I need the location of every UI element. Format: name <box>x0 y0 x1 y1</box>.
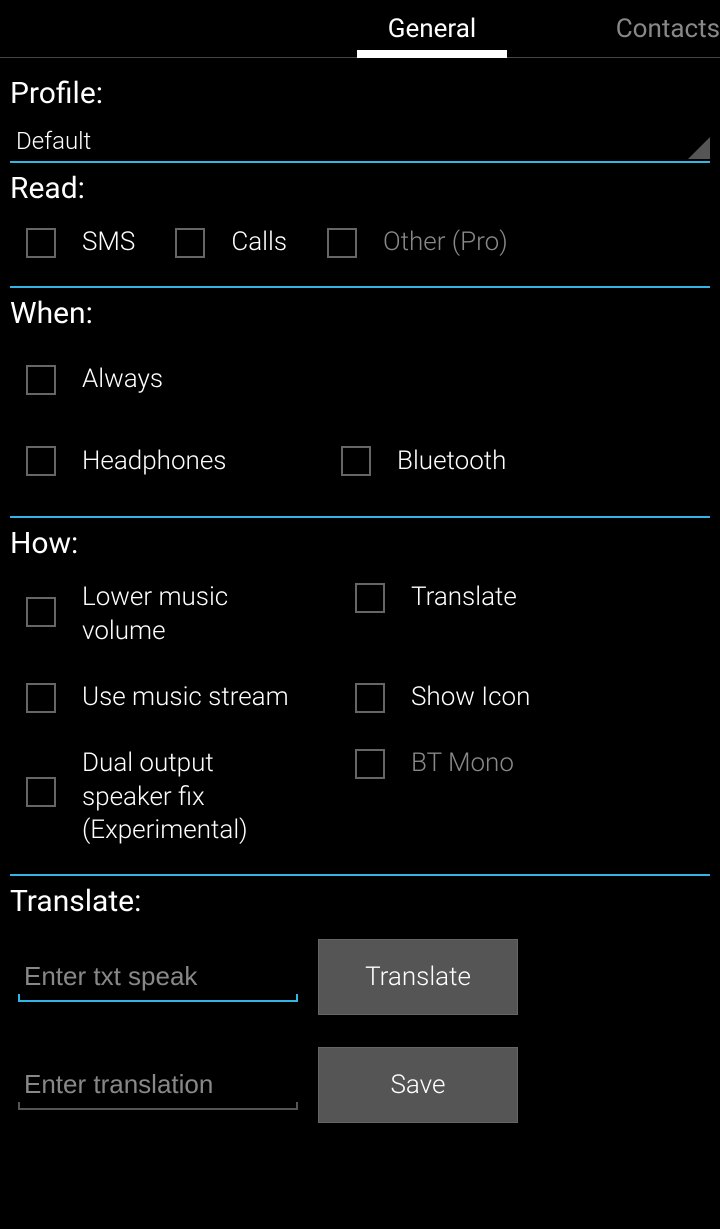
when-bluetooth-item: Bluetooth <box>325 421 710 503</box>
how-label: How: <box>10 526 710 561</box>
when-always-checkbox[interactable] <box>26 365 56 395</box>
read-sms-checkbox[interactable] <box>26 228 56 258</box>
divider <box>10 516 710 518</box>
how-bt-mono-checkbox <box>355 749 385 779</box>
profile-spinner[interactable]: Default <box>10 115 710 163</box>
how-bt-mono-label: BT Mono <box>411 747 514 781</box>
txt-speak-input-wrap <box>18 953 298 1002</box>
read-options: SMS Calls Other (Pro) <box>10 210 710 276</box>
tab-bar: General Contacts <box>0 0 720 58</box>
when-headphones-checkbox[interactable] <box>26 446 56 476</box>
when-headphones-label: Headphones <box>82 445 226 479</box>
read-calls-checkbox[interactable] <box>175 228 205 258</box>
how-dual-output-item: Dual output speaker fix (Experimental) <box>10 731 339 864</box>
when-always-item: Always <box>10 339 710 421</box>
when-label: When: <box>10 296 710 331</box>
tab-general[interactable]: General <box>288 2 576 56</box>
divider <box>10 874 710 876</box>
read-sms-item: SMS <box>10 226 159 260</box>
translation-input[interactable] <box>18 1061 298 1110</box>
how-translate-item: Translate <box>339 565 517 665</box>
txt-speak-row: Translate <box>10 923 710 1031</box>
how-show-icon-label: Show Icon <box>411 681 530 715</box>
profile-label: Profile: <box>10 76 710 111</box>
when-always-label: Always <box>82 363 163 397</box>
read-other-checkbox <box>327 228 357 258</box>
translate-section-label: Translate: <box>10 884 710 919</box>
how-music-stream-checkbox[interactable] <box>26 683 56 713</box>
read-calls-label: Calls <box>231 226 287 260</box>
when-headphones-item: Headphones <box>10 421 325 503</box>
read-sms-label: SMS <box>82 226 135 260</box>
how-lower-music-label: Lower music volume <box>82 581 302 649</box>
translation-input-wrap <box>18 1061 298 1110</box>
how-options: Lower music volume Translate Use music s… <box>10 565 710 864</box>
read-other-label: Other (Pro) <box>383 226 508 260</box>
save-button[interactable]: Save <box>318 1047 518 1123</box>
read-label: Read: <box>10 171 710 206</box>
when-bluetooth-label: Bluetooth <box>397 445 506 479</box>
how-bt-mono-item: BT Mono <box>339 731 514 864</box>
divider <box>10 286 710 288</box>
how-show-icon-item: Show Icon <box>339 665 530 731</box>
how-lower-music-item: Lower music volume <box>10 565 339 665</box>
tab-contacts[interactable]: Contacts <box>576 2 720 56</box>
how-dual-output-checkbox[interactable] <box>26 777 56 807</box>
translation-row: Save <box>10 1031 710 1139</box>
how-show-icon-checkbox[interactable] <box>355 683 385 713</box>
how-translate-checkbox[interactable] <box>355 583 385 613</box>
txt-speak-input[interactable] <box>18 953 298 1002</box>
read-other-item: Other (Pro) <box>311 226 508 260</box>
read-calls-item: Calls <box>159 226 311 260</box>
how-music-stream-item: Use music stream <box>10 665 339 731</box>
how-music-stream-label: Use music stream <box>82 681 289 715</box>
when-options: Always Headphones Bluetooth <box>10 335 710 507</box>
how-lower-music-checkbox[interactable] <box>26 597 56 627</box>
translate-button[interactable]: Translate <box>318 939 518 1015</box>
content-area: Profile: Default Read: SMS Calls Other (… <box>0 58 720 1149</box>
when-bluetooth-checkbox[interactable] <box>341 446 371 476</box>
how-dual-output-label: Dual output speaker fix (Experimental) <box>82 747 302 848</box>
tab-spacer <box>0 17 288 41</box>
how-translate-label: Translate <box>411 581 517 615</box>
